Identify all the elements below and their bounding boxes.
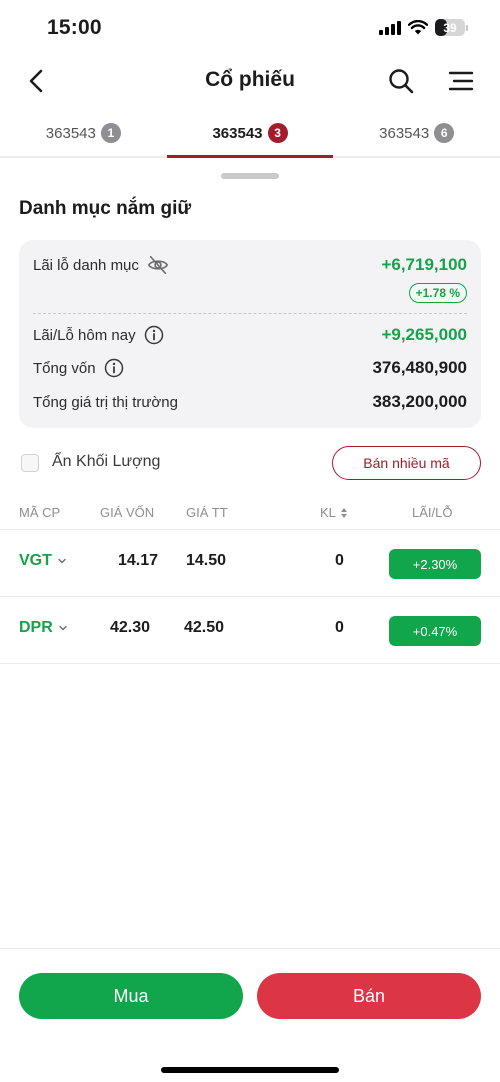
ticker-symbol: VGT: [19, 552, 52, 569]
battery-icon: 39: [435, 19, 468, 36]
ticker-dropdown[interactable]: VGT: [19, 552, 67, 570]
eye-off-icon[interactable]: [147, 254, 169, 276]
header-profit-loss: LÃI/LỖ: [412, 505, 453, 520]
status-time: 15:00: [47, 16, 102, 39]
sell-many-button[interactable]: Bán nhiều mã: [332, 446, 481, 480]
options-row: Ẩn Khối Lượng Bán nhiều mã: [19, 446, 481, 480]
portfolio-pl-row: Lãi lỗ danh mục +6,719,100: [33, 254, 467, 276]
table-row[interactable]: DPR 42.30 42.50 0 +0.47%: [0, 597, 500, 664]
search-icon[interactable]: [386, 66, 416, 96]
volume: 0: [335, 619, 344, 636]
battery-level-text: 39: [443, 20, 457, 35]
market-price: 14.50: [186, 552, 227, 569]
market-value-row: Tổng giá trị thị trường 383,200,000: [33, 392, 467, 412]
cost-price: 14.17: [118, 552, 159, 569]
total-capital-row: Tổng vốn 376,480,900: [33, 358, 467, 378]
page-title: Cổ phiếu: [205, 68, 295, 91]
ticker-symbol: DPR: [19, 619, 53, 636]
tab-label: 363543: [379, 124, 430, 142]
cost-price: 42.30: [110, 619, 151, 636]
profit-loss-badge: +0.47%: [389, 616, 481, 646]
menu-icon[interactable]: [446, 66, 476, 96]
back-arrow-icon[interactable]: [22, 66, 52, 96]
chevron-down-icon: [59, 625, 67, 631]
portfolio-pl-percent-badge: +1.78 %: [408, 283, 467, 303]
tab-account-1[interactable]: 363543 1: [0, 110, 167, 156]
market-value-value: 383,200,000: [372, 392, 467, 411]
buy-button[interactable]: Mua: [19, 973, 243, 1019]
hide-volume-checkbox[interactable]: [21, 454, 39, 472]
today-pl-label: Lãi/Lỗ hôm nay: [33, 326, 136, 344]
header-ticker: MÃ CP: [19, 505, 61, 520]
total-capital-value: 376,480,900: [372, 358, 467, 377]
bottom-action-bar: Mua Bán: [0, 948, 500, 1082]
tab-badge: 1: [100, 123, 121, 143]
cellular-signal-icon: [379, 20, 401, 35]
tab-badge: 6: [434, 123, 455, 143]
header-volume-sort[interactable]: KL: [320, 505, 348, 520]
volume: 0: [335, 552, 344, 569]
market-price: 42.50: [184, 619, 225, 636]
tab-label: 363543: [212, 124, 263, 142]
sort-icon: [340, 507, 347, 518]
table-row[interactable]: VGT 14.17 14.50 0 +2.30%: [0, 530, 500, 597]
portfolio-pl-value: +6,719,100: [381, 255, 467, 274]
home-indicator: [161, 1067, 339, 1073]
tab-badge: 3: [267, 123, 288, 143]
tab-label: 363543: [45, 124, 96, 142]
hide-volume-label[interactable]: Ẩn Khối Lượng: [52, 453, 160, 471]
info-icon[interactable]: [144, 325, 164, 345]
drag-handle[interactable]: [221, 173, 279, 179]
total-capital-label: Tổng vốn: [33, 359, 96, 377]
info-icon[interactable]: [104, 358, 124, 378]
portfolio-pl-label: Lãi lỗ danh mục: [33, 256, 139, 274]
market-value-label: Tổng giá trị thị trường: [33, 393, 178, 411]
header-volume: KL: [320, 505, 336, 520]
profit-loss-badge: +2.30%: [389, 549, 481, 579]
header-market-price: GIÁ TT: [186, 505, 228, 520]
today-pl-value: +9,265,000: [381, 325, 467, 344]
portfolio-summary-card: Lãi lỗ danh mục +6,719,100 +1.78 % Lãi/L…: [19, 240, 481, 428]
chevron-down-icon: [58, 558, 66, 564]
header-cost-price: GIÁ VỐN: [100, 505, 155, 520]
status-icons: 39: [379, 19, 468, 36]
section-title: Danh mục nắm giữ: [19, 198, 192, 219]
wifi-icon: [408, 20, 428, 35]
holdings-table-header: MÃ CP GIÁ VỐN GIÁ TT KL LÃI/LỖ: [0, 496, 500, 530]
ticker-dropdown[interactable]: DPR: [19, 619, 68, 637]
divider: [33, 313, 467, 314]
nav-bar: Cổ phiếu: [0, 56, 500, 106]
status-bar: 15:00 39: [0, 0, 500, 56]
sell-button[interactable]: Bán: [257, 973, 481, 1019]
account-tabs: 363543 1 363543 3 363543 6: [0, 110, 500, 158]
today-pl-row: Lãi/Lỗ hôm nay +9,265,000: [33, 325, 467, 345]
tab-account-2[interactable]: 363543 3: [166, 110, 334, 158]
tab-account-3[interactable]: 363543 6: [333, 110, 500, 156]
